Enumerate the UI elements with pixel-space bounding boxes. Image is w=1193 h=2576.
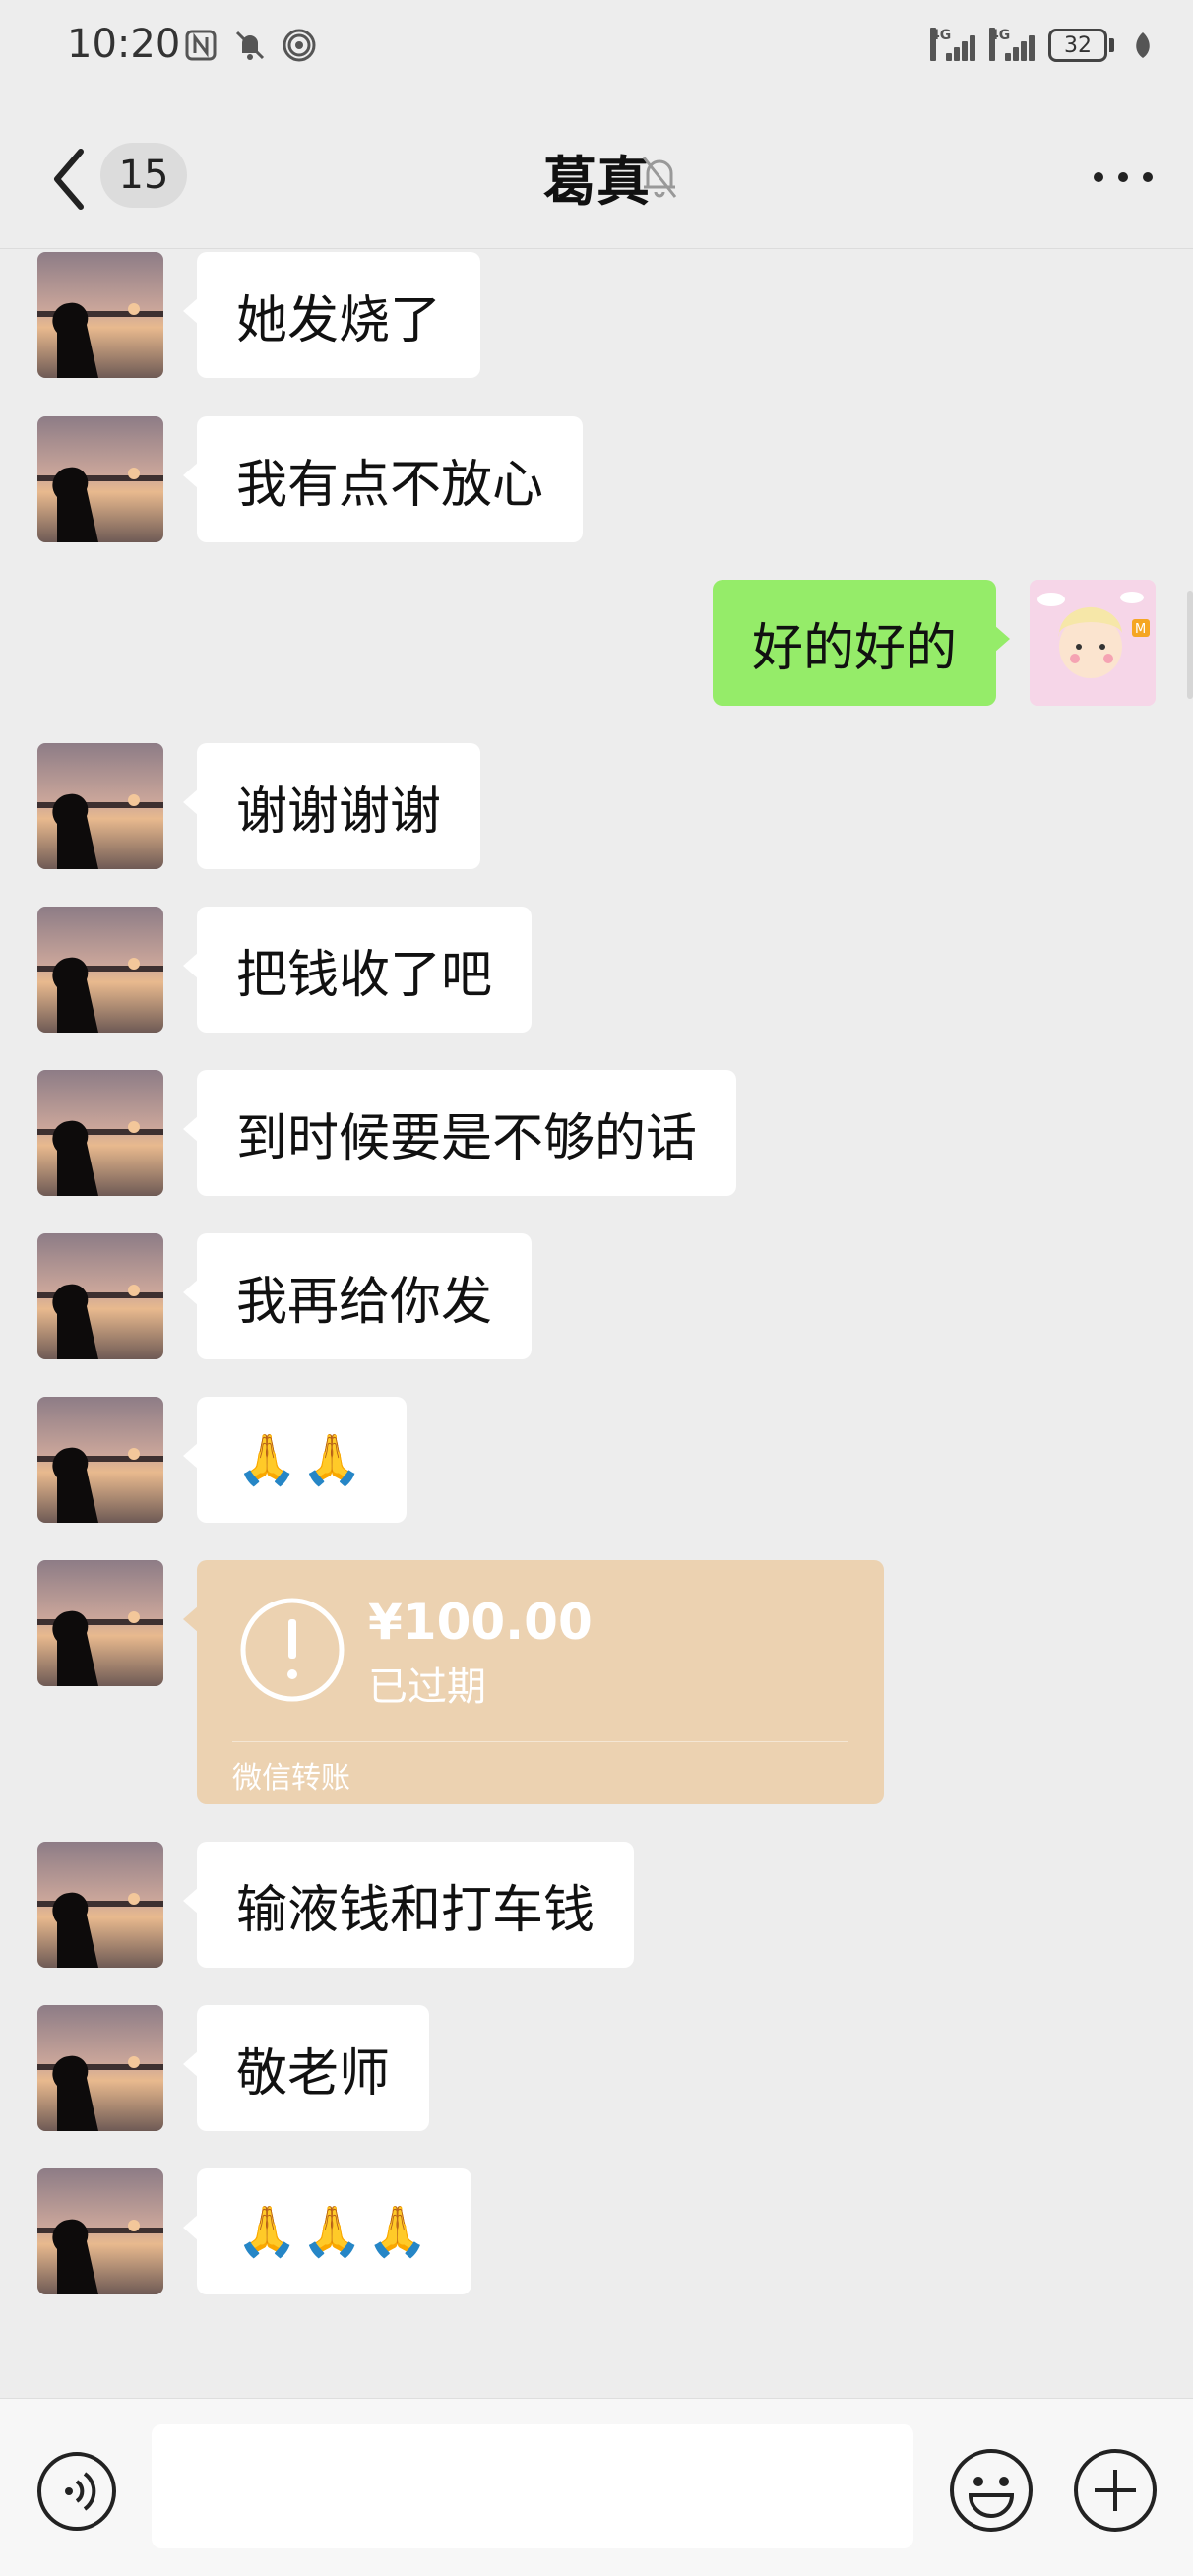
transfer-label: 微信转账 — [232, 1761, 350, 1795]
contact-avatar[interactable] — [37, 1070, 163, 1196]
chat-title: 葛真 — [543, 151, 650, 213]
plus-icon[interactable] — [1071, 2446, 1160, 2535]
contact-avatar[interactable] — [37, 907, 163, 1033]
contact-avatar[interactable] — [37, 2168, 163, 2294]
message-bubble[interactable]: 她发烧了 — [182, 252, 481, 378]
contact-avatar[interactable] — [37, 252, 163, 378]
status-bar: 10:20 4G 4G 32 — [0, 0, 1193, 98]
power-saving-leaf-icon — [1136, 32, 1150, 58]
my-message-bubble[interactable]: 好的好的 — [712, 580, 1011, 706]
emoji-message-bubble[interactable]: 🙏🙏 — [183, 1397, 407, 1523]
message-bubble[interactable]: 我有点不放心 — [182, 416, 584, 542]
message-bubble[interactable]: 输液钱和打车钱 — [182, 1842, 635, 1968]
hotspot-icon — [283, 29, 316, 62]
message-bubble[interactable]: 我再给你发 — [182, 1233, 533, 1359]
message-input[interactable] — [152, 2424, 913, 2548]
battery-level: 32 — [1048, 29, 1107, 62]
my-avatar[interactable]: M — [1030, 580, 1156, 706]
svg-text:M: M — [1135, 622, 1146, 637]
contact-avatar[interactable] — [37, 743, 163, 869]
voice-icon[interactable] — [35, 2450, 118, 2533]
contact-avatar[interactable] — [37, 1233, 163, 1359]
expired-alert-icon — [240, 1598, 345, 1702]
input-bar — [0, 2398, 1193, 2576]
contact-avatar[interactable] — [37, 1842, 163, 1968]
contact-avatar[interactable] — [37, 1397, 163, 1523]
transfer-status: 已过期 — [368, 1665, 486, 1710]
more-dots-icon[interactable] — [1089, 157, 1158, 197]
transfer-card[interactable]: ¥100.00 已过期 微信转账 — [183, 1560, 884, 1804]
scrollbar[interactable] — [1187, 591, 1193, 699]
emoji-icon[interactable] — [947, 2446, 1036, 2535]
contact-avatar[interactable] — [37, 2005, 163, 2131]
mute-bell-icon — [642, 157, 677, 198]
nfc-icon — [185, 30, 217, 61]
contact-avatar[interactable] — [37, 416, 163, 542]
title-container: 葛真 — [0, 138, 1193, 216]
battery-icon: 32 — [1048, 29, 1114, 62]
chat-header: 15 葛真 — [0, 108, 1193, 249]
transfer-divider — [232, 1741, 848, 1742]
message-bubble[interactable]: 敬老师 — [182, 2005, 430, 2131]
message-bubble[interactable]: 谢谢谢谢 — [182, 743, 481, 869]
transfer-amount: ¥100.00 — [368, 1594, 593, 1651]
message-bubble[interactable]: 到时候要是不够的话 — [182, 1070, 737, 1196]
status-right-icons: 4G 4G 32 — [930, 28, 1154, 63]
signal-4g-icon-2: 4G — [989, 28, 1038, 63]
contact-avatar[interactable] — [37, 1560, 163, 1686]
silent-bell-icon — [235, 31, 265, 60]
status-left-icons — [183, 28, 317, 63]
emoji-message-bubble[interactable]: 🙏🙏🙏 — [183, 2168, 471, 2294]
status-time: 10:20 — [67, 22, 181, 67]
signal-4g-icon: 4G — [930, 28, 979, 63]
message-bubble[interactable]: 把钱收了吧 — [182, 907, 533, 1033]
